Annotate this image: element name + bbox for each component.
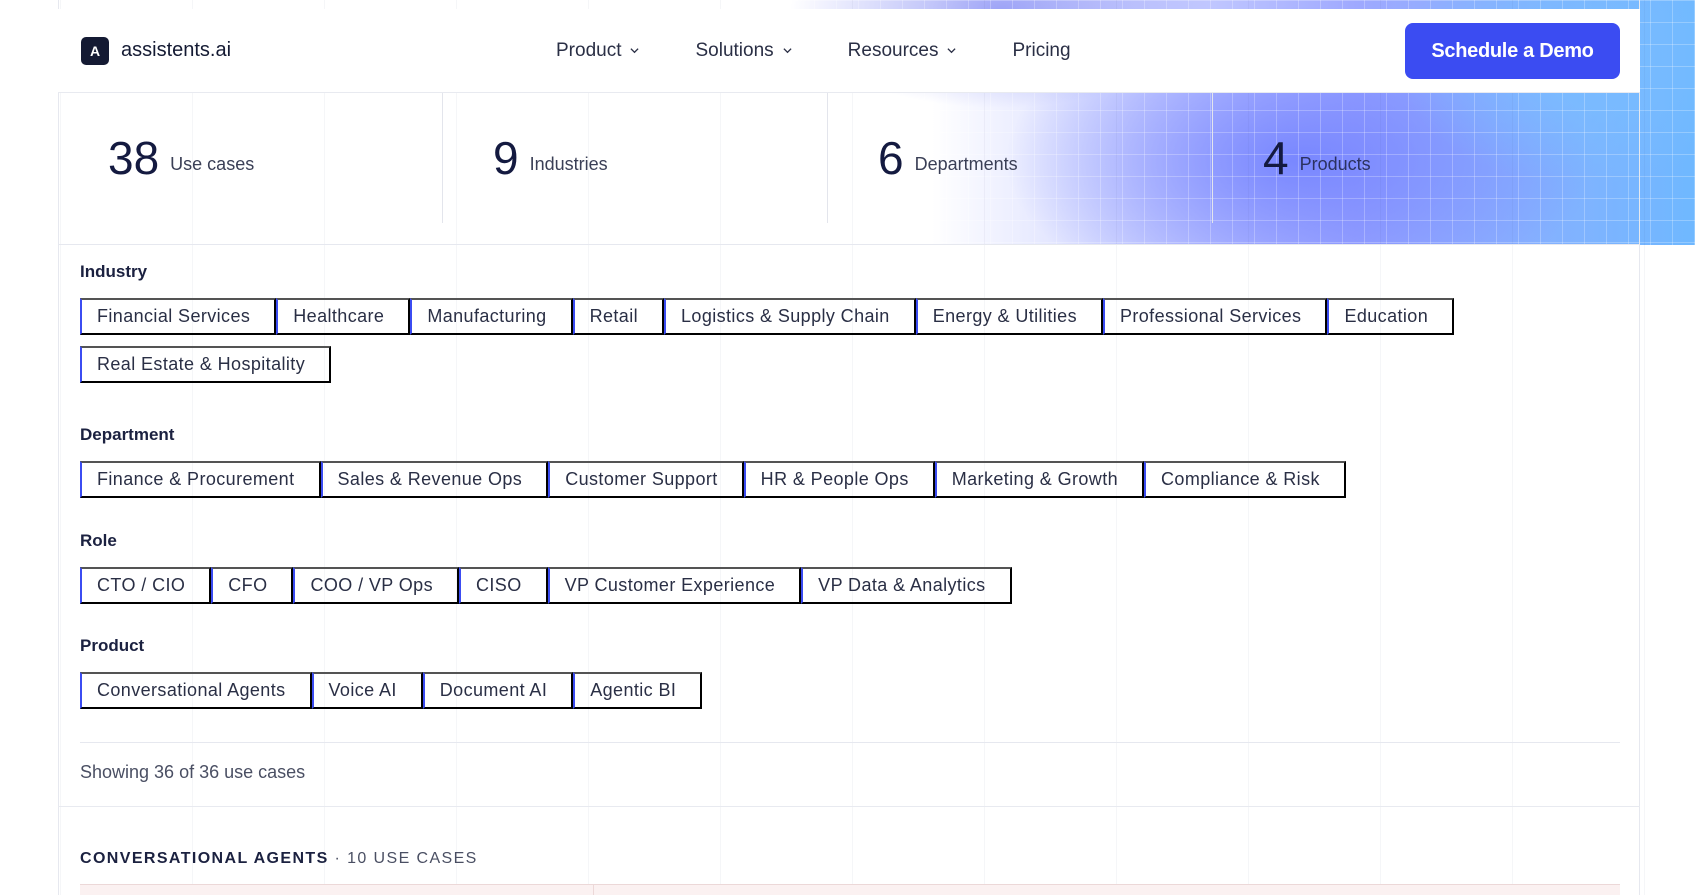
stat-label: Products: [1299, 153, 1371, 174]
stat-value: 38: [108, 132, 160, 184]
nav-solutions-label: Solutions: [695, 39, 774, 61]
filter-chip[interactable]: Real Estate & Hospitality: [80, 346, 332, 383]
filter-chip[interactable]: CFO: [211, 567, 294, 604]
stat-products: 4 Products: [1213, 93, 1598, 223]
section-heading: CONVERSATIONAL AGENTS · 10 USE CASES: [80, 850, 478, 868]
filter-chip[interactable]: Logistics & Supply Chain: [664, 298, 916, 335]
filter-chip[interactable]: HR & People Ops: [743, 461, 935, 498]
stat-value: 6: [878, 132, 904, 184]
card-divider: [593, 885, 594, 895]
stats-bar: 38 Use cases 9 Industries 6 Departments …: [58, 93, 1640, 245]
nav-pricing-label: Pricing: [1012, 39, 1071, 61]
use-case-card-row: [80, 884, 1620, 895]
filter-chip[interactable]: Sales & Revenue Ops: [320, 461, 549, 498]
filter-chip[interactable]: Conversational Agents: [80, 672, 312, 709]
nav-resources[interactable]: Resources: [848, 40, 957, 62]
results-count: Showing 36 of 36 use cases: [80, 762, 306, 782]
nav-resources-label: Resources: [847, 39, 939, 61]
filter-chip[interactable]: Compliance & Risk: [1144, 461, 1346, 498]
filter-chip-list: Conversational Agents Voice AI Document …: [80, 672, 1580, 720]
chevron-down-icon: [630, 48, 640, 54]
filter-group-title: Industry: [80, 262, 148, 281]
filter-chip[interactable]: Retail: [572, 298, 664, 335]
stat-departments: 6 Departments: [828, 93, 1213, 223]
stat-label: Departments: [914, 153, 1018, 174]
brand-logo-link[interactable]: A assistents.ai: [81, 36, 232, 65]
section-count: 10 USE CASES: [347, 850, 478, 867]
brand-name: assistents.ai: [121, 39, 232, 61]
filter-chip[interactable]: Document AI: [422, 672, 574, 709]
site-header: A assistents.ai Product Solutions Resour…: [58, 9, 1640, 93]
filter-chip[interactable]: Marketing & Growth: [934, 461, 1145, 498]
filter-group-title: Product: [80, 636, 145, 655]
filter-chip[interactable]: VP Data & Analytics: [801, 567, 1012, 604]
filter-group-department: Department Finance & Procurement Sales &…: [80, 425, 1580, 509]
stat-label: Industries: [529, 153, 608, 174]
filter-chip[interactable]: CISO: [459, 567, 548, 604]
filter-group-industry: Industry Financial Services Healthcare M…: [80, 262, 1480, 394]
stat-use-cases: 38 Use cases: [58, 93, 443, 223]
schedule-demo-button[interactable]: Schedule a Demo: [1405, 23, 1620, 79]
section-divider: [58, 806, 1640, 807]
nav-pricing[interactable]: Pricing: [1012, 40, 1070, 62]
filter-chip[interactable]: Healthcare: [276, 298, 411, 335]
filter-chip[interactable]: VP Customer Experience: [547, 567, 802, 604]
filter-chip[interactable]: CTO / CIO: [80, 567, 212, 604]
filter-group-title: Department: [80, 425, 175, 444]
nav-product-label: Product: [556, 39, 622, 61]
nav-solutions[interactable]: Solutions: [695, 39, 792, 62]
filter-chip[interactable]: Customer Support: [548, 461, 744, 498]
filter-divider: [80, 742, 1620, 743]
filter-chip[interactable]: Professional Services: [1102, 298, 1328, 335]
filter-group-title: Role: [80, 531, 117, 550]
section-name: CONVERSATIONAL AGENTS: [80, 850, 329, 867]
stat-industries: 9 Industries: [443, 93, 828, 223]
filter-chip[interactable]: Education: [1327, 298, 1455, 335]
filter-chip-list: Finance & Procurement Sales & Revenue Op…: [80, 461, 1580, 509]
filter-chip[interactable]: COO / VP Ops: [293, 567, 459, 604]
filter-chip-list: CTO / CIO CFO COO / VP Ops CISO VP Custo…: [80, 567, 1580, 615]
filter-chip[interactable]: Finance & Procurement: [80, 461, 321, 498]
filter-group-role: Role CTO / CIO CFO COO / VP Ops CISO VP …: [80, 531, 1580, 615]
chevron-down-icon: [947, 48, 957, 54]
filter-chip[interactable]: Agentic BI: [573, 672, 703, 709]
main-nav: Product Solutions Resources Pricing: [556, 9, 1127, 92]
filter-group-product: Product Conversational Agents Voice AI D…: [80, 636, 1580, 720]
filter-chip[interactable]: Financial Services: [80, 298, 277, 335]
stat-label: Use cases: [170, 153, 255, 174]
section-separator: ·: [328, 850, 348, 867]
filter-chip[interactable]: Manufacturing: [410, 298, 573, 335]
chevron-down-icon: [783, 48, 792, 54]
filter-chip[interactable]: Voice AI: [311, 672, 423, 709]
stat-value: 4: [1263, 132, 1289, 184]
filter-chip-list: Financial Services Healthcare Manufactur…: [80, 298, 1480, 394]
logo-icon: A: [81, 36, 109, 65]
nav-product[interactable]: Product: [556, 39, 640, 62]
stat-value: 9: [493, 132, 519, 184]
filter-chip[interactable]: Energy & Utilities: [915, 298, 1103, 335]
